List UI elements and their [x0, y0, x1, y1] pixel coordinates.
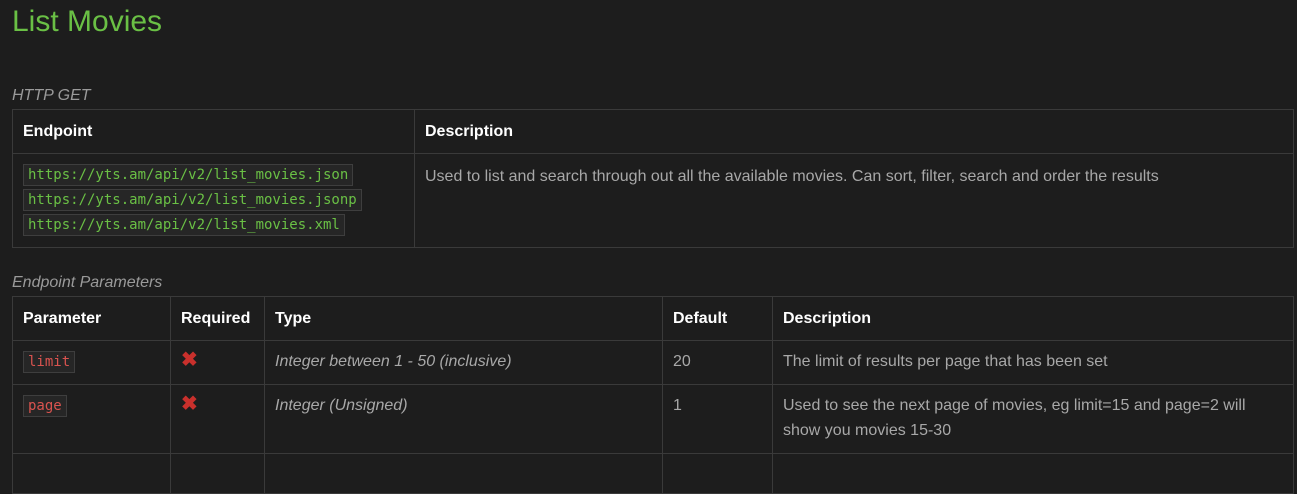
param-required-cell: ✖ — [170, 384, 265, 454]
endpoint-table-header: Endpoint Description — [12, 109, 1294, 154]
param-description: The limit of results per page that has b… — [772, 340, 1294, 385]
endpoint-header: Endpoint — [12, 109, 415, 154]
cross-icon: ✖ — [181, 393, 198, 415]
endpoint-description: Used to list and search through out all … — [414, 153, 1294, 248]
param-type: Integer between 1 - 50 (inclusive) — [264, 340, 663, 385]
param-name-limit: limit — [23, 351, 76, 373]
endpoint-xml[interactable]: https://yts.am/api/v2/list_movies.xml — [23, 214, 345, 236]
param-description-header: Description — [772, 296, 1294, 341]
param-name-page: page — [23, 395, 67, 417]
endpoint-row: https://yts.am/api/v2/list_movies.json h… — [12, 153, 1294, 248]
param-default: 1 — [662, 384, 773, 454]
endpoint-table: Endpoint Description https://yts.am/api/… — [12, 109, 1294, 248]
description-header: Description — [414, 109, 1294, 154]
parameters-table-header: Parameter Required Type Default Descript… — [12, 296, 1294, 341]
param-default: 20 — [662, 340, 773, 385]
param-row-page: page ✖ Integer (Unsigned) 1 Used to see … — [12, 384, 1294, 454]
cross-icon: ✖ — [181, 349, 198, 371]
type-header: Type — [264, 296, 663, 341]
param-row-limit: limit ✖ Integer between 1 - 50 (inclusiv… — [12, 340, 1294, 385]
param-required-cell: ✖ — [170, 340, 265, 385]
param-name-cell — [12, 453, 171, 494]
param-description — [772, 453, 1294, 494]
param-name-cell: page — [12, 384, 171, 454]
param-name-cell: limit — [12, 340, 171, 385]
default-header: Default — [662, 296, 773, 341]
endpoint-jsonp[interactable]: https://yts.am/api/v2/list_movies.jsonp — [23, 189, 362, 211]
endpoint-json[interactable]: https://yts.am/api/v2/list_movies.json — [23, 164, 354, 186]
param-description: Used to see the next page of movies, eg … — [772, 384, 1294, 454]
param-default — [662, 453, 773, 494]
required-header: Required — [170, 296, 265, 341]
param-type: Integer (Unsigned) — [264, 384, 663, 454]
endpoint-list: https://yts.am/api/v2/list_movies.json h… — [12, 153, 415, 248]
param-required-cell — [170, 453, 265, 494]
param-row-partial — [12, 453, 1294, 494]
param-type — [264, 453, 663, 494]
parameter-header: Parameter — [12, 296, 171, 341]
page-title: List Movies — [12, 5, 163, 38]
endpoint-parameters-caption: Endpoint Parameters — [12, 274, 163, 291]
http-method-caption: HTTP GET — [12, 87, 91, 104]
parameters-table: Parameter Required Type Default Descript… — [12, 296, 1294, 494]
